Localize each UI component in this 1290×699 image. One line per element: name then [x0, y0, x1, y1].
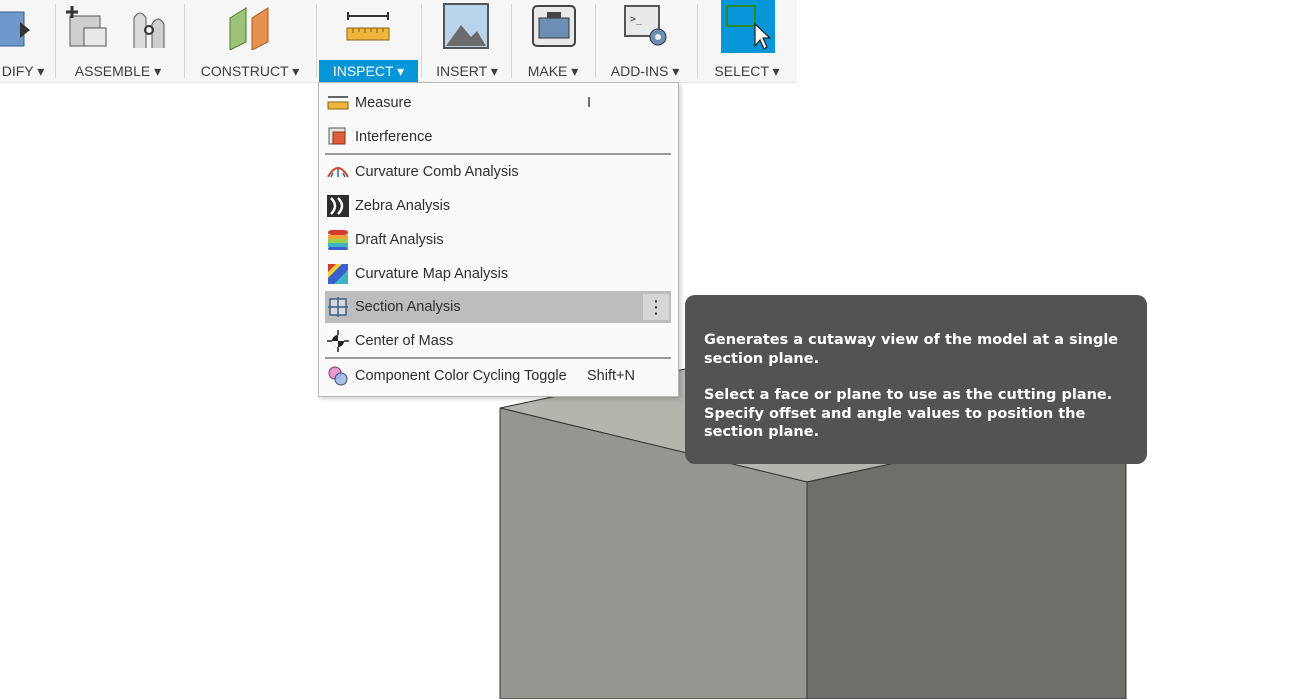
menu-separator [325, 357, 671, 359]
svg-text:>_: >_ [630, 14, 643, 25]
menu-item-interference[interactable]: Interference [325, 121, 671, 153]
menu-item-section-analysis[interactable]: Section Analysis ⋮ [325, 291, 671, 323]
offset-plane-icon[interactable] [226, 4, 274, 50]
group-addins-label[interactable]: ADD-INS ▾ [603, 60, 687, 82]
new-component-icon[interactable] [66, 4, 112, 50]
group-insert-label[interactable]: INSERT ▾ [432, 60, 502, 82]
ribbon-toolbar: DIFY ▾ ASSEMBLE ▾ CONSTRUCT ▾ INSPECT ▾ … [0, 0, 797, 83]
section-analysis-icon [328, 297, 348, 317]
box-right-face [806, 461, 1127, 699]
menu-item-measure[interactable]: Measure I [325, 87, 671, 119]
tooltip-description: Generates a cutaway view of the model at… [704, 332, 1119, 367]
center-of-mass-icon [327, 330, 349, 352]
zebra-icon [327, 195, 349, 217]
menu-item-curvature-comb[interactable]: Curvature Comb Analysis [325, 156, 671, 188]
group-make-label[interactable]: MAKE ▾ [520, 60, 586, 82]
3d-print-icon[interactable] [531, 4, 577, 48]
curvature-comb-icon [327, 167, 349, 178]
toolbar-separator [55, 4, 56, 78]
tooltip-instructions: Select a face or plane to use as the cut… [704, 387, 1113, 440]
menu-separator [325, 153, 671, 155]
group-inspect-label[interactable]: INSPECT ▾ [319, 60, 418, 82]
menu-item-label: Draft Analysis [355, 232, 444, 248]
modify-icon[interactable] [0, 4, 30, 50]
group-select-label[interactable]: SELECT ▾ [708, 60, 786, 82]
menu-item-shortcut: I [587, 95, 592, 111]
menu-item-label: Section Analysis [355, 299, 461, 315]
color-cycling-icon [328, 366, 348, 386]
joint-icon[interactable] [128, 4, 174, 50]
select-cursor-icon[interactable] [721, 0, 775, 53]
menu-item-center-of-mass[interactable]: Center of Mass [325, 325, 671, 357]
menu-item-zebra[interactable]: Zebra Analysis [325, 190, 671, 222]
scripts-addins-icon[interactable]: >_ [623, 4, 669, 48]
menu-item-label: Curvature Map Analysis [355, 266, 509, 282]
curvature-map-icon [328, 264, 348, 284]
menu-item-label: Interference [355, 129, 433, 145]
toolbar-separator [511, 4, 512, 78]
toolbar-separator [421, 4, 422, 78]
insert-image-icon[interactable] [443, 3, 489, 49]
measure-ruler-icon[interactable] [346, 10, 390, 44]
toolbar-separator [316, 4, 317, 78]
ruler-icon [327, 96, 349, 110]
menu-item-label: Zebra Analysis [355, 198, 451, 214]
toolbar-separator [697, 4, 698, 78]
toolbar-separator [184, 4, 185, 78]
more-options-icon[interactable]: ⋮ [643, 294, 669, 320]
inspect-dropdown-menu: Measure I Interference Curvature Comb An… [318, 82, 679, 397]
group-construct-label[interactable]: CONSTRUCT ▾ [196, 60, 304, 82]
interference-icon [328, 127, 346, 145]
section-analysis-tooltip: Generates a cutaway view of the model at… [685, 295, 1147, 464]
menu-item-shortcut: Shift+N [587, 368, 635, 384]
menu-item-label: Component Color Cycling Toggle [355, 368, 567, 384]
menu-item-label: Measure [355, 95, 412, 111]
group-modify-label[interactable]: DIFY ▾ [0, 60, 46, 82]
toolbar-separator [595, 4, 596, 78]
menu-item-component-color-cycling[interactable]: Component Color Cycling Toggle Shift+N [325, 360, 671, 392]
menu-item-draft-analysis[interactable]: Draft Analysis [325, 224, 671, 256]
menu-item-label: Center of Mass [355, 333, 454, 349]
menu-item-curvature-map[interactable]: Curvature Map Analysis [325, 258, 671, 290]
draft-analysis-icon [328, 230, 348, 250]
menu-item-label: Curvature Comb Analysis [355, 164, 519, 180]
group-assemble-label[interactable]: ASSEMBLE ▾ [66, 60, 170, 82]
